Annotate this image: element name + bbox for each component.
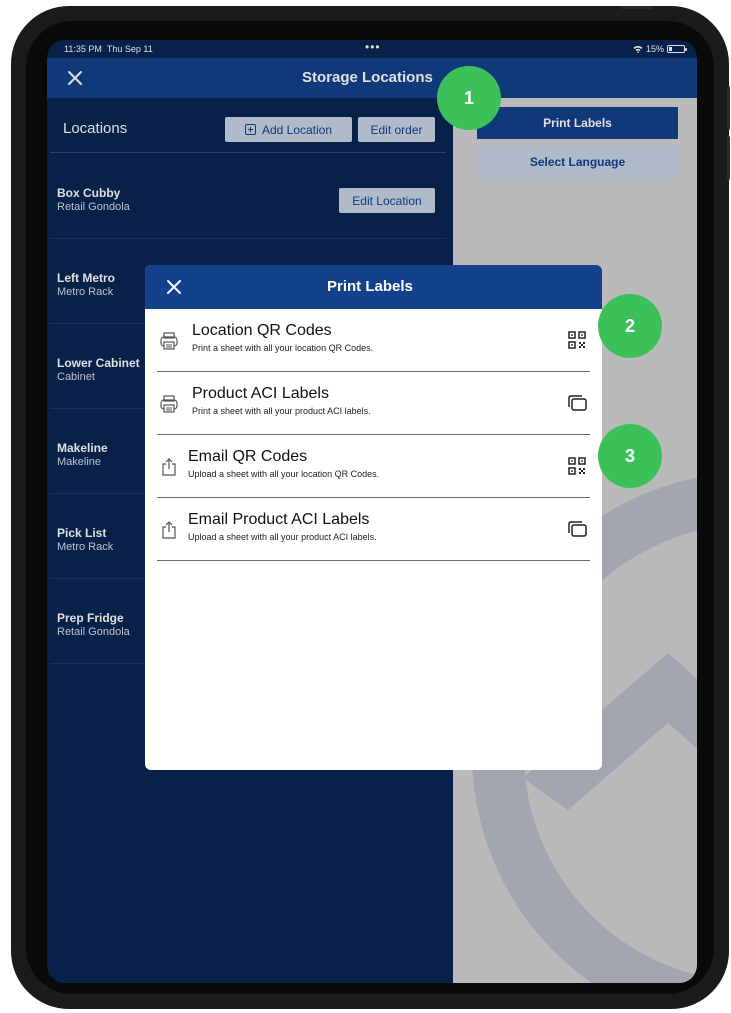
volume-button <box>621 6 653 9</box>
callout-number: 1 <box>463 87 474 108</box>
modal-header: Print Labels <box>145 265 602 309</box>
printer-icon <box>160 395 178 413</box>
share-icon <box>162 521 176 539</box>
share-icon <box>162 458 176 476</box>
label-stack-icon <box>568 395 587 411</box>
option-description: Print a sheet with all your product ACI … <box>192 406 371 416</box>
callout-badge: 1 <box>437 66 501 130</box>
qr-code-icon <box>568 457 586 475</box>
side-button-lower <box>727 136 730 180</box>
option-title: Location QR Codes <box>192 322 332 339</box>
callout-badge: 3 <box>598 424 662 488</box>
option-location-qr-codes[interactable]: Location QR Codes Print a sheet with all… <box>157 309 590 372</box>
option-email-product-aci-labels[interactable]: Email Product ACI Labels Upload a sheet … <box>157 498 590 561</box>
qr-code-icon <box>568 331 586 349</box>
callout-number: 2 <box>624 315 635 336</box>
option-email-qr-codes[interactable]: Email QR Codes Upload a sheet with all y… <box>157 435 590 498</box>
screen: 11:35 PM Thu Sep 11 ••• 15% Storage Loca… <box>47 40 697 983</box>
side-button-upper <box>727 86 730 130</box>
callout-number: 3 <box>624 445 635 466</box>
option-title: Product ACI Labels <box>192 385 329 402</box>
option-description: Upload a sheet with all your product ACI… <box>188 532 377 542</box>
modal-close-icon[interactable] <box>165 278 183 296</box>
modal-title: Print Labels <box>327 278 413 295</box>
callout-badge: 2 <box>598 294 662 358</box>
option-description: Upload a sheet with all your location QR… <box>188 469 380 479</box>
option-product-aci-labels[interactable]: Product ACI Labels Print a sheet with al… <box>157 372 590 435</box>
print-labels-modal: Print Labels Location QR Codes Print a s… <box>145 265 602 770</box>
option-title: Email Product ACI Labels <box>188 511 370 528</box>
printer-icon <box>160 332 178 350</box>
label-stack-icon <box>568 521 587 537</box>
option-title: Email QR Codes <box>188 448 308 465</box>
option-description: Print a sheet with all your location QR … <box>192 343 374 353</box>
